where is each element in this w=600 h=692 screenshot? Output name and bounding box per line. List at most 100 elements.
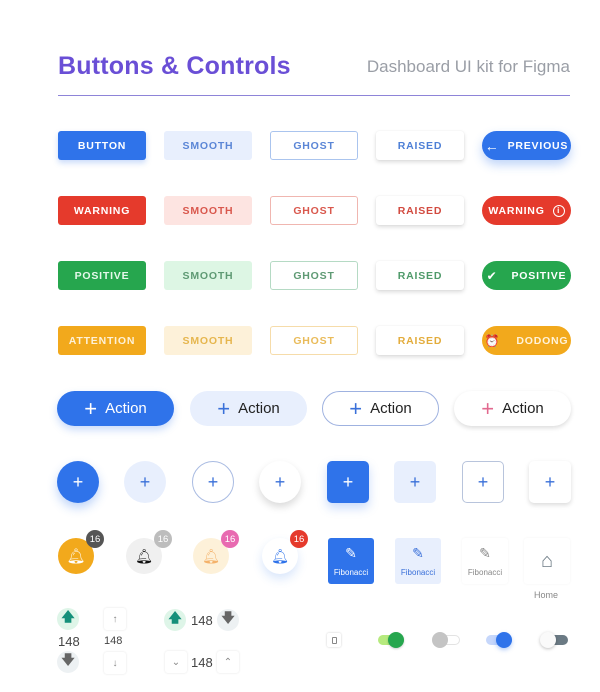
plus-icon: +: [349, 395, 363, 421]
page-subtitle: Dashboard UI kit for Figma: [366, 57, 570, 76]
arrow-up-icon: 🡅: [168, 610, 182, 625]
notification-bell-neutral[interactable]: 🔔︎ 16: [126, 530, 172, 574]
increment-button[interactable]: 🡅: [57, 608, 79, 630]
attention-solid-button[interactable]: ATTENTION: [58, 326, 146, 355]
notification-bell-attention[interactable]: 🔔︎ 16: [58, 530, 104, 574]
toggle-knob: [496, 632, 512, 648]
toggle-blue[interactable]: [484, 631, 514, 649]
notification-count-badge: 16: [290, 530, 308, 548]
primary-smooth-button[interactable]: SMOOTH: [164, 131, 252, 160]
positive-pill-button[interactable]: ✔ POSITIVE: [482, 261, 571, 290]
decrement-button[interactable]: ⌄: [165, 651, 187, 673]
info-icon: i: [552, 204, 565, 217]
toggle-green[interactable]: [376, 631, 406, 649]
fab-square-solid[interactable]: +: [327, 461, 369, 503]
tile-fibonacci-plain[interactable]: ✎ Fibonacci: [462, 538, 508, 584]
double-check-icon: ✔: [486, 268, 498, 283]
warning-raised-button[interactable]: RAISED: [376, 196, 464, 225]
stepper-value: 148: [104, 635, 123, 647]
fab-square-smooth[interactable]: +: [394, 461, 436, 503]
dodong-pill-button[interactable]: ⏰ DODONG: [482, 326, 571, 355]
dodong-pill-label: DODONG: [516, 334, 569, 347]
action-solid-button[interactable]: + Action: [57, 391, 174, 426]
bell-icon: 🔔︎: [135, 547, 153, 564]
toggle-knob: [540, 632, 556, 648]
toggle-grey[interactable]: [432, 631, 462, 649]
warning-ghost-button[interactable]: GHOST: [270, 196, 358, 225]
action-label: Action: [370, 400, 412, 417]
plus-icon: +: [544, 471, 556, 492]
plus-icon: +: [274, 471, 286, 492]
plus-icon: +: [477, 471, 489, 492]
increment-button[interactable]: ↑: [104, 608, 126, 630]
arrow-down-icon: 🡇: [221, 610, 235, 625]
fab-round-outline[interactable]: +: [192, 461, 234, 503]
decrement-button[interactable]: ↓: [104, 652, 126, 674]
increment-button[interactable]: 🡅: [164, 609, 186, 631]
alarm-icon: ⏰: [484, 333, 501, 348]
attention-smooth-button[interactable]: SMOOTH: [164, 326, 252, 355]
pencil-icon: ✎: [412, 545, 424, 561]
bell-icon: 🔔︎: [271, 547, 289, 564]
bell-icon: 🔔︎: [66, 548, 86, 565]
positive-solid-button[interactable]: POSITIVE: [58, 261, 146, 290]
positive-raised-button[interactable]: RAISED: [376, 261, 464, 290]
positive-ghost-button[interactable]: GHOST: [270, 261, 358, 290]
fab-round-smooth[interactable]: +: [124, 461, 166, 503]
warning-smooth-button[interactable]: SMOOTH: [164, 196, 252, 225]
decrement-button[interactable]: 🡇: [217, 609, 239, 631]
page-title: Buttons & Controls: [58, 52, 291, 80]
warning-pill-label: WARNING: [488, 204, 545, 217]
tile-home[interactable]: ⌂: [524, 538, 570, 584]
chevron-up-icon: ⌃: [223, 656, 233, 668]
pencil-icon: ✎: [479, 545, 491, 561]
fab-round-solid[interactable]: +: [57, 461, 99, 503]
primary-ghost-button[interactable]: GHOST: [270, 131, 358, 160]
fab-square-outline[interactable]: +: [462, 461, 504, 503]
plus-icon: +: [72, 471, 84, 492]
fab-square-raised[interactable]: +: [529, 461, 571, 503]
action-outline-button[interactable]: + Action: [322, 391, 439, 426]
tile-fibonacci-smooth[interactable]: ✎ Fibonacci: [395, 538, 441, 584]
plus-icon: +: [342, 471, 354, 492]
plus-icon: +: [217, 395, 231, 421]
stepper-value: 148: [191, 655, 213, 670]
plus-icon: +: [207, 471, 219, 492]
primary-raised-button[interactable]: RAISED: [376, 131, 464, 160]
notification-bell-soft[interactable]: 🔔︎ 16: [193, 530, 239, 574]
previous-button-label: PREVIOUS: [507, 139, 569, 152]
notification-count-badge: 16: [86, 530, 104, 548]
tile-label: Fibonacci: [467, 568, 503, 577]
notification-bell-raised[interactable]: 🔔︎ 16: [262, 530, 308, 574]
stepper-value: 148: [191, 613, 213, 628]
fab-round-raised[interactable]: +: [259, 461, 301, 503]
toggle-knob: [432, 632, 448, 648]
action-smooth-button[interactable]: + Action: [190, 391, 307, 426]
device-checkbox[interactable]: [327, 633, 341, 647]
decrement-button[interactable]: 🡇: [57, 651, 79, 673]
pencil-icon: ✎: [345, 545, 357, 561]
chevron-down-icon: ⌄: [171, 656, 181, 668]
increment-button[interactable]: ⌃: [217, 651, 239, 673]
home-label: Home: [534, 590, 559, 600]
arrow-down-icon: ↓: [112, 657, 118, 669]
warning-pill-button[interactable]: WARNING i: [482, 196, 571, 225]
action-label: Action: [105, 400, 147, 417]
header-divider: [58, 95, 570, 96]
action-raised-button[interactable]: + Action: [454, 391, 571, 426]
previous-button[interactable]: ← PREVIOUS: [482, 131, 571, 160]
toggle-knob: [388, 632, 404, 648]
positive-pill-label: POSITIVE: [511, 269, 567, 282]
stepper-value: 148: [58, 634, 80, 649]
plus-icon: +: [409, 471, 421, 492]
positive-smooth-button[interactable]: SMOOTH: [164, 261, 252, 290]
notification-count-badge: 16: [221, 530, 239, 548]
primary-solid-button[interactable]: BUTTON: [58, 131, 146, 160]
arrow-up-icon: 🡅: [61, 609, 75, 624]
arrow-left-icon: ←: [484, 137, 500, 154]
warning-solid-button[interactable]: WARNING: [58, 196, 146, 225]
toggle-dark[interactable]: [540, 631, 570, 649]
attention-ghost-button[interactable]: GHOST: [270, 326, 358, 355]
tile-fibonacci-solid[interactable]: ✎ Fibonacci: [328, 538, 374, 584]
attention-raised-button[interactable]: RAISED: [376, 326, 464, 355]
